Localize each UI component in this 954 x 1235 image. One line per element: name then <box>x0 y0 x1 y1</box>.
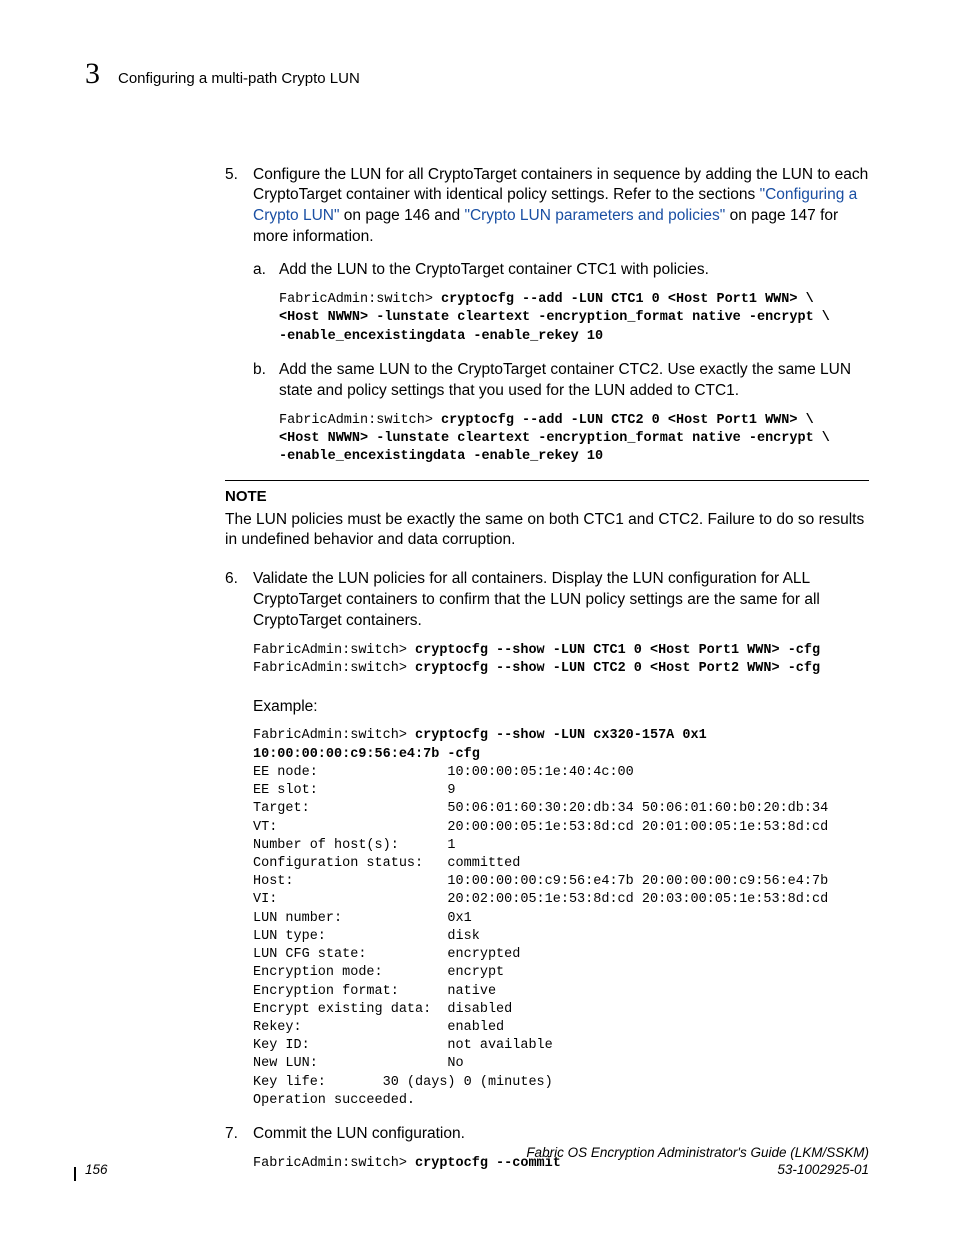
code-block-5a: FabricAdmin:switch> cryptocfg --add -LUN… <box>279 291 869 346</box>
text: on page 146 and <box>339 207 464 224</box>
prompt: FabricAdmin:switch> <box>279 413 441 428</box>
step-6: 6. Validate the LUN policies for all con… <box>225 569 869 678</box>
step-list: 5. Configure the LUN for all CryptoTarge… <box>225 165 869 467</box>
substep-number: b. <box>253 360 266 381</box>
command: cryptocfg --show -LUN CTC2 0 <Host Port2… <box>415 661 820 676</box>
step-list-cont: 6. Validate the LUN policies for all con… <box>225 569 869 678</box>
footer-right: Fabric OS Encryption Administrator's Gui… <box>526 1145 869 1179</box>
body-content: 5. Configure the LUN for all CryptoTarge… <box>225 165 869 1174</box>
substep-number: a. <box>253 260 266 281</box>
code-block-6: FabricAdmin:switch> cryptocfg --show -LU… <box>253 642 869 678</box>
page-number: 156 <box>85 1161 108 1179</box>
step-number: 6. <box>225 569 238 590</box>
step-5a: a. Add the LUN to the CryptoTarget conta… <box>253 260 869 346</box>
running-head: Configuring a multi-path Crypto LUN <box>118 69 360 89</box>
page-header: 3 Configuring a multi-path Crypto LUN <box>85 54 869 95</box>
doc-title: Fabric OS Encryption Administrator's Gui… <box>526 1145 869 1160</box>
chapter-number: 3 <box>85 54 100 95</box>
prompt: FabricAdmin:switch> <box>253 661 415 676</box>
doc-number: 53-1002925-01 <box>777 1162 869 1177</box>
substep-list: a. Add the LUN to the CryptoTarget conta… <box>253 260 869 466</box>
output: EE node: 10:00:00:05:1e:40:4c:00 EE slot… <box>253 765 828 1108</box>
example-label: Example: <box>253 697 869 718</box>
note-body: The LUN policies must be exactly the sam… <box>225 510 869 552</box>
page: 3 Configuring a multi-path Crypto LUN 5.… <box>0 0 954 1235</box>
link-crypto-lun-params[interactable]: "Crypto LUN parameters and policies" <box>464 207 725 224</box>
note-heading: NOTE <box>225 487 869 507</box>
example-output: FabricAdmin:switch> cryptocfg --show -LU… <box>253 727 869 1110</box>
code-block-5b: FabricAdmin:switch> cryptocfg --add -LUN… <box>279 412 869 467</box>
step-number: 5. <box>225 165 238 186</box>
page-footer: 156 Fabric OS Encryption Administrator's… <box>85 1145 869 1179</box>
step-5-text: Configure the LUN for all CryptoTarget c… <box>253 166 868 246</box>
note-rule <box>225 480 869 481</box>
change-bar <box>74 1167 76 1181</box>
step-5b: b. Add the same LUN to the CryptoTarget … <box>253 360 869 467</box>
prompt: FabricAdmin:switch> <box>253 728 415 743</box>
step-6-text: Validate the LUN policies for all contai… <box>253 570 820 629</box>
prompt: FabricAdmin:switch> <box>279 292 441 307</box>
step-5a-text: Add the LUN to the CryptoTarget containe… <box>279 261 709 278</box>
step-number: 7. <box>225 1124 238 1145</box>
step-5: 5. Configure the LUN for all CryptoTarge… <box>225 165 869 467</box>
prompt: FabricAdmin:switch> <box>253 643 415 658</box>
command: cryptocfg --show -LUN CTC1 0 <Host Port1… <box>415 643 820 658</box>
step-5b-text: Add the same LUN to the CryptoTarget con… <box>279 361 851 399</box>
step-7-text: Commit the LUN configuration. <box>253 1125 465 1142</box>
